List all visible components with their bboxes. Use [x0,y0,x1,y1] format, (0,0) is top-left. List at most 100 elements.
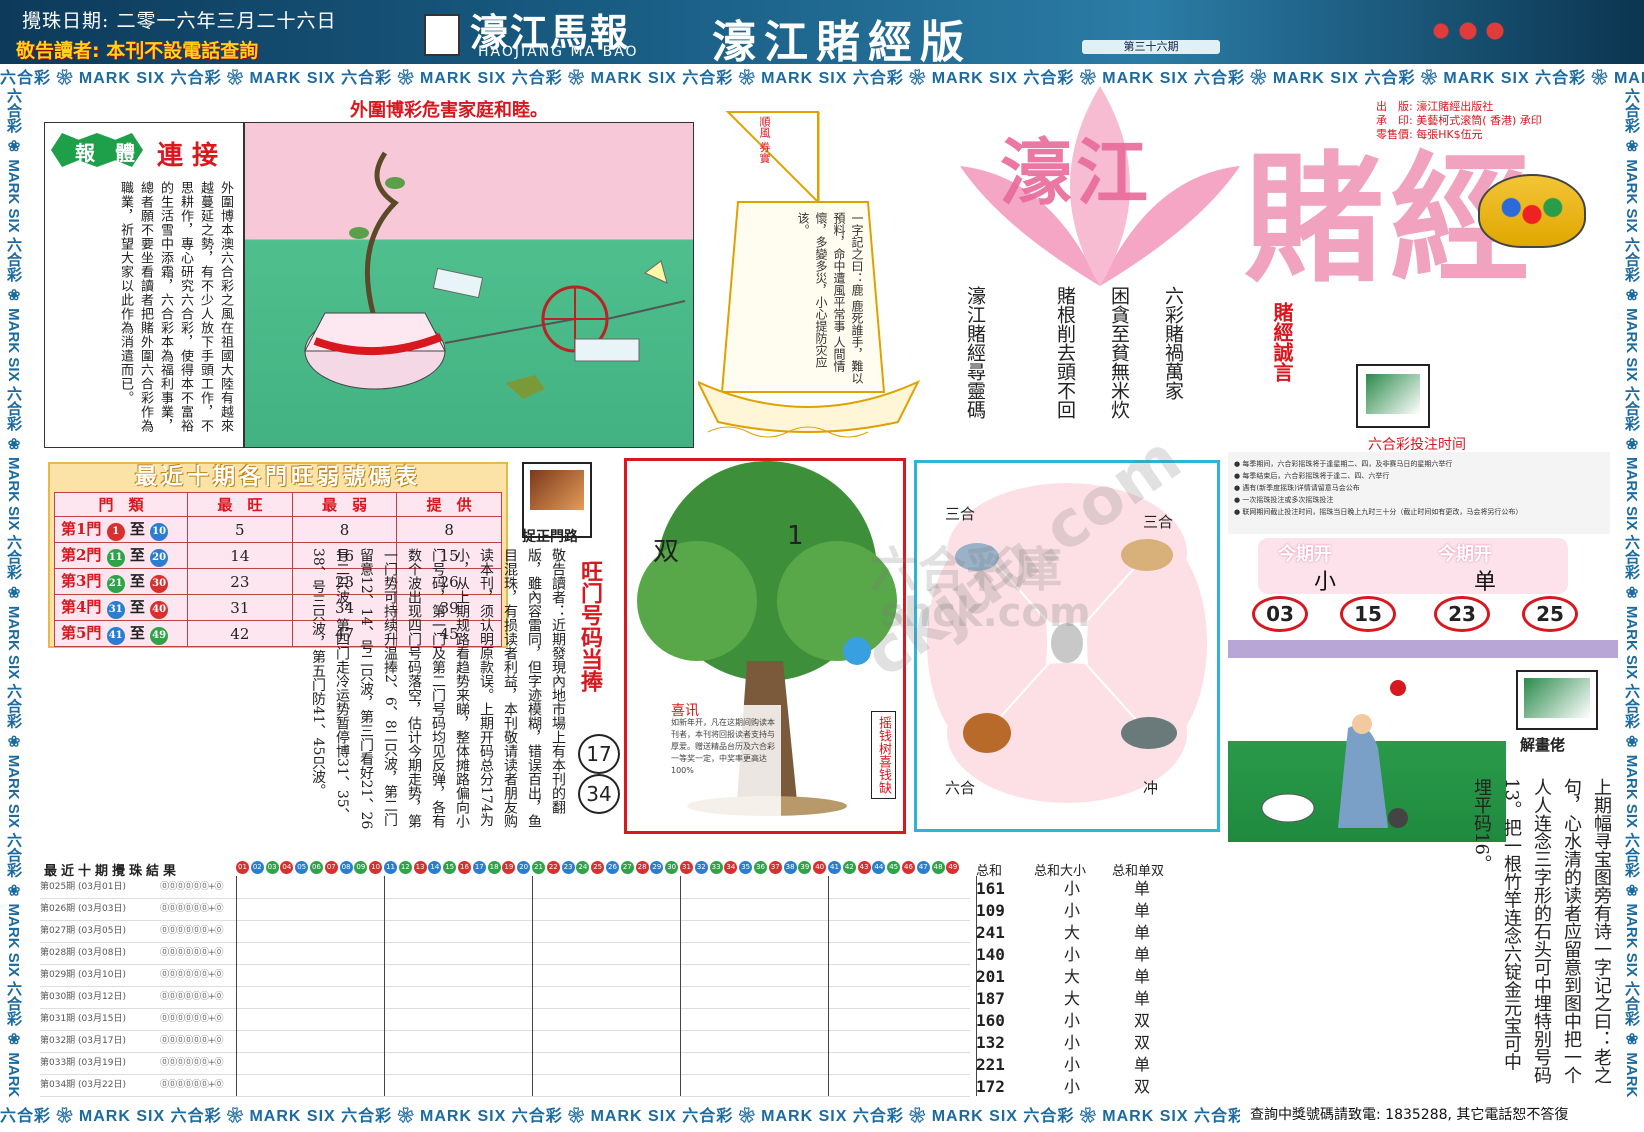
number-header-ball: 47 [916,861,930,874]
number-header-ball: 08 [339,861,353,874]
draw-balls-placeholder: ⓪⓪⓪⓪⓪⓪+⓪ [160,1014,224,1024]
zodiac-label: 六合 [945,779,976,797]
draw-balls-placeholder: ⓪⓪⓪⓪⓪⓪+⓪ [160,1080,224,1090]
cart-with-plant-icon [304,151,686,399]
logo-english: HAOJIANG MA BAO [478,44,639,60]
hot-number: 34 [578,774,620,814]
current-label-2: 今期开 [1438,544,1492,565]
sum-value: 187 [976,989,1005,1008]
story-text: 外圍博本澳六合彩之風在祖國大陸有越來越蔓延之勢，有不少人放下手頭工作，不思耕作，… [118,181,233,433]
range-start-ball: 11 [106,549,125,567]
parity-value: 单 [1134,967,1151,986]
range-start-ball: 21 [106,575,125,593]
number-header-ball: 32 [694,861,708,874]
hotline-notice: 查詢中獎號碼請致電: 1835288, 其它電話恕不答復 [1250,1107,1569,1123]
number-header-ball: 34 [724,861,738,874]
puzzle-badge: 解畫佬 [1520,736,1566,754]
draw-row: 第033期 (03月19日) ⓪⓪⓪⓪⓪⓪+⓪ [40,1052,970,1075]
number-ball: 23 [1434,596,1490,632]
number-header-ball: 33 [709,861,723,874]
range-start-ball: 31 [106,601,125,619]
number-header-ball: 03 [265,861,279,874]
watermark: shck.com [880,590,1091,636]
summary-row: 241 大 单 [974,922,1180,944]
grid-divider [828,876,829,1096]
number-header-ball: 05 [295,861,309,874]
draw-balls-placeholder: ⓪⓪⓪⓪⓪⓪+⓪ [160,970,224,980]
zodiac-label: 三合 [945,505,976,523]
draw-row: 第032期 (03月17日) ⓪⓪⓪⓪⓪⓪+⓪ [40,1030,970,1053]
size-value: 大 [1064,923,1081,942]
current-issue-panel: 今期开 今期开 小 单 [1258,538,1568,595]
puzzle-answer: 上期幅寻宝图旁有诗一字记之曰：老之句，心水清的读者应留意到图中把一个人人连念三字… [1471,778,1612,1084]
gate-badge-label: 捉正門路 [522,529,578,545]
draw-balls-placeholder: ⓪⓪⓪⓪⓪⓪+⓪ [160,1058,224,1068]
draw-row: 第034期 (03月22日) ⓪⓪⓪⓪⓪⓪+⓪ [40,1074,970,1097]
size-value: 小 [1064,945,1081,964]
story-illustration [244,122,694,448]
masthead: 攪珠日期: 二零一六年三月二十六日 敬告讀者: 本刊不設電話查詢 濠江馬報 HA… [0,0,1644,68]
draw-label: 第031期 (03月15日) [40,1014,126,1024]
number-header-ball: 22 [546,861,560,874]
bet-time-rules: ● 每季期间，六合彩摇珠将于逢星期二、四，及非赛马日的星期六举行 ● 每季结束后… [1228,452,1610,534]
parity-value: 单 [1134,901,1151,920]
tree-char-one: 1 [787,521,804,551]
number-header-ball: 49 [946,861,960,874]
current-size: 小 [1314,570,1337,595]
number-ball: 15 [1340,596,1396,632]
parity-value: 单 [1134,879,1151,898]
summary-row: 160 小 双 [974,1010,1180,1032]
number-header-row: 01 02 03 04 05 06 07 08 09 10 11 12 13 14 15 16 17 18 19 20… [236,860,966,876]
brand-title-a: 濠江 [1000,130,1153,215]
number-header-ball: 15 [443,861,457,874]
size-value: 大 [1064,967,1081,986]
number-header-ball: 25 [591,861,605,874]
number-header-ball: 27 [620,861,634,874]
draw-balls-placeholder: ⓪⓪⓪⓪⓪⓪+⓪ [160,948,224,958]
tag-connect: 連 接 [157,141,219,171]
draw-row: 第026期 (03月03日) ⓪⓪⓪⓪⓪⓪+⓪ [40,898,970,921]
bet-rule: ● 每季结束后，六合彩摇珠将于逢二、四、六举行 [1234,472,1390,480]
tree-banner: 摇钱树喜钱缺 [871,711,896,799]
draw-label: 第027期 (03月05日) [40,926,126,936]
number-header-ball: 44 [872,861,886,874]
reader-notice: 敬告讀者: 本刊不設電話查詢 [16,40,259,62]
parity-value: 单 [1134,1055,1151,1074]
bet-rule: ● 每季期间，六合彩摇珠将于逢星期二、四，及非赛马日的星期六举行 [1234,460,1453,468]
boat-poem: 一字記之曰：鹿 鹿死誰手，難以預料，命中遭風平常事 人間情懷，多變多災，小心提防… [796,212,864,384]
number-header-ball: 19 [502,861,516,874]
sum-value: 241 [976,923,1005,942]
summary-row: 187 大 单 [974,988,1180,1010]
grid-divider [236,876,237,1096]
header-offer: 提 供 [396,492,502,517]
hot-number: 17 [578,734,620,774]
number-header-ball: 21 [532,861,545,874]
number-header-ball: 41 [828,861,841,874]
number-header-ball: 11 [384,861,397,874]
header-gate: 門 類 [54,492,188,517]
offer-cell: 8 [396,516,502,543]
bet-rule: ● 遇有(新季度摇珠)详情请留意马会公布 [1234,484,1360,492]
verse-1: 六彩賭禍萬家 [1162,286,1184,400]
results-summary: 总和 总和大小 总和单双 161 小单 109 小单 241 大单 140 小单 201 大单 18… [974,860,1180,1098]
gate-name: 第3門 [61,572,102,590]
draw-balls-placeholder: ⓪⓪⓪⓪⓪⓪+⓪ [160,904,224,914]
number-header-ball: 04 [280,861,294,874]
draw-label: 第026期 (03月03日) [40,904,126,914]
sum-value: 140 [976,945,1005,964]
draw-balls-placeholder: ⓪⓪⓪⓪⓪⓪+⓪ [160,1036,224,1046]
sum-value: 132 [976,1033,1005,1052]
number-header-ball: 45 [887,861,901,874]
size-value: 小 [1064,879,1081,898]
zodiac-label: 冲 [1143,779,1159,797]
number-header-ball: 17 [472,861,486,874]
issue-number: 第三十六期 [1082,40,1220,54]
tag-char-1: 報 [75,141,95,165]
tag-char-2: 體 [115,141,135,165]
number-header-ball: 29 [650,861,664,874]
summary-row: 161 小 单 [974,878,1180,900]
bet-time-title: 六合彩投注时间 [1368,437,1466,453]
tree-caption-text: 如新年开，凡在这期间购读本刊者，本刊将回报读者支持与厚爱。赠送精品台历及六合彩 … [671,718,775,775]
number-header-ball: 10 [369,861,383,874]
number-header-ball: 38 [783,861,797,874]
